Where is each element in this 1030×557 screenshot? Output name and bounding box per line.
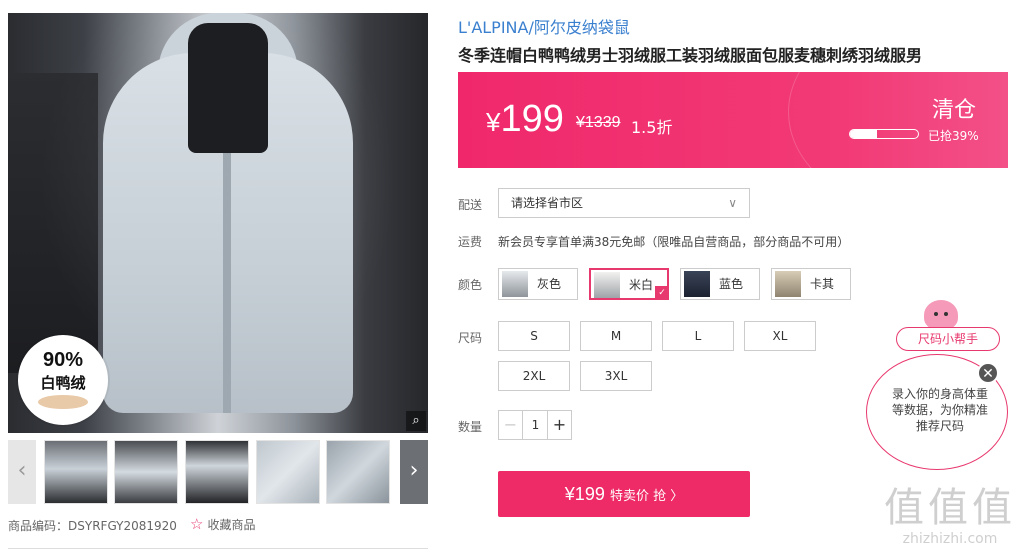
sale-price-value: 199 [500,98,564,140]
favorite-label: 收藏商品 [207,518,256,532]
thumbnail[interactable] [114,440,178,504]
decrease-button[interactable]: − [499,411,523,439]
color-label: 颜色 [458,278,483,292]
watermark-logo: 值值值 [884,485,1016,531]
shipping-label: 运费 [458,235,483,249]
discount-label: 1.5折 [631,118,673,137]
size-option-2xl[interactable]: 2XL [498,361,570,391]
color-swatch [684,271,710,297]
star-outline-icon: ☆ [190,515,204,533]
check-icon: ✓ [655,286,669,300]
sweater [188,23,268,153]
color-swatch [594,272,620,298]
region-select-text: 请选择省市区 [511,196,584,210]
thumbnail[interactable] [44,440,108,504]
product-code: 商品编码：DSYRFGY2081920 [8,517,177,534]
color-option-blue[interactable]: 蓝色 [680,268,760,300]
thumbnail-strip: ‹ › [8,440,428,504]
increase-button[interactable]: + [547,411,571,439]
buy-price: ¥199 [564,484,605,504]
size-label: 尺码 [458,331,483,345]
favorite-button[interactable]: ☆ 收藏商品 [190,515,255,533]
feather-icon [38,395,88,409]
watermark-domain: zhizhizhi.com [902,531,998,547]
original-price: ¥1339 [576,114,621,131]
chevron-left-icon[interactable]: ‹ [8,440,36,504]
buy-button[interactable]: ¥199 特卖价 抢 〉 [498,471,750,517]
buy-label: 特卖价 抢 〉 [609,489,684,504]
thumbnail[interactable] [326,440,390,504]
currency-symbol: ¥ [486,107,501,137]
sold-progress-text: 已抢39% [928,129,979,143]
chevron-right-icon[interactable]: › [400,440,428,504]
sold-progress-bar [849,129,919,139]
chevron-down-icon: ∨ [728,196,737,210]
product-code-value: DSYRFGY2081920 [68,519,177,533]
brand-link[interactable]: L'ALPINA/阿尔皮纳袋鼠 [458,14,630,38]
watermark: 值值值 zhizhizhi.com [880,475,1020,547]
quantity-stepper: − 1 + [498,410,572,440]
quantity-input[interactable]: 1 [523,411,548,439]
size-helper-text: 录入你的身高体重等数据，为你精准推荐尺码 [891,387,988,433]
price-banner: ¥199 ¥1339 1.5折 清仓 已抢39% [458,72,1008,168]
main-product-image[interactable]: 90% 白鸭绒 ⌕ [8,13,428,433]
size-option-3xl[interactable]: 3XL [580,361,652,391]
size-helper-tag[interactable]: 尺码小帮手 [896,327,1000,351]
color-option-khaki[interactable]: 卡其 [771,268,851,300]
size-option-xl[interactable]: XL [744,321,816,351]
close-icon[interactable]: ✕ [977,362,999,384]
color-swatch [775,271,801,297]
badge-percent: 90% [42,349,84,371]
mascot-icon[interactable] [924,300,958,330]
badge-label: 白鸭绒 [40,374,86,392]
color-option-label: 卡其 [810,277,835,291]
color-option-label: 米白 [629,278,654,292]
clearance-tag: 清仓 [932,98,977,123]
color-option-label: 灰色 [537,277,562,291]
thumbnail[interactable] [256,440,320,504]
sold-progress-fill [850,130,877,138]
product-code-label: 商品编码： [8,519,69,533]
size-option-s[interactable]: S [498,321,570,351]
shipping-text: 新会员专享首单满38元免邮（限唯品自营商品，部分商品不可用） [498,235,850,249]
thumbnail[interactable] [185,440,249,504]
size-option-m[interactable]: M [580,321,652,351]
jacket-zipper [223,153,231,413]
sale-price: ¥199 [486,98,564,141]
down-percent-badge: 90% 白鸭绒 [18,335,108,425]
size-option-l[interactable]: L [662,321,734,351]
color-option-label: 蓝色 [719,277,744,291]
quantity-label: 数量 [458,420,483,434]
color-swatch [502,271,528,297]
color-option-grey[interactable]: 灰色 [498,268,578,300]
region-select[interactable]: 请选择省市区 ∨ [498,188,750,218]
product-title: 冬季连帽白鸭鸭绒男士羽绒服工装羽绒服面包服麦穗刺绣羽绒服男 [458,46,923,65]
magnifier-icon[interactable]: ⌕ [406,411,426,431]
color-option-beige[interactable]: 米白 ✓ [589,268,669,300]
delivery-label: 配送 [458,198,483,212]
divider [8,548,428,549]
